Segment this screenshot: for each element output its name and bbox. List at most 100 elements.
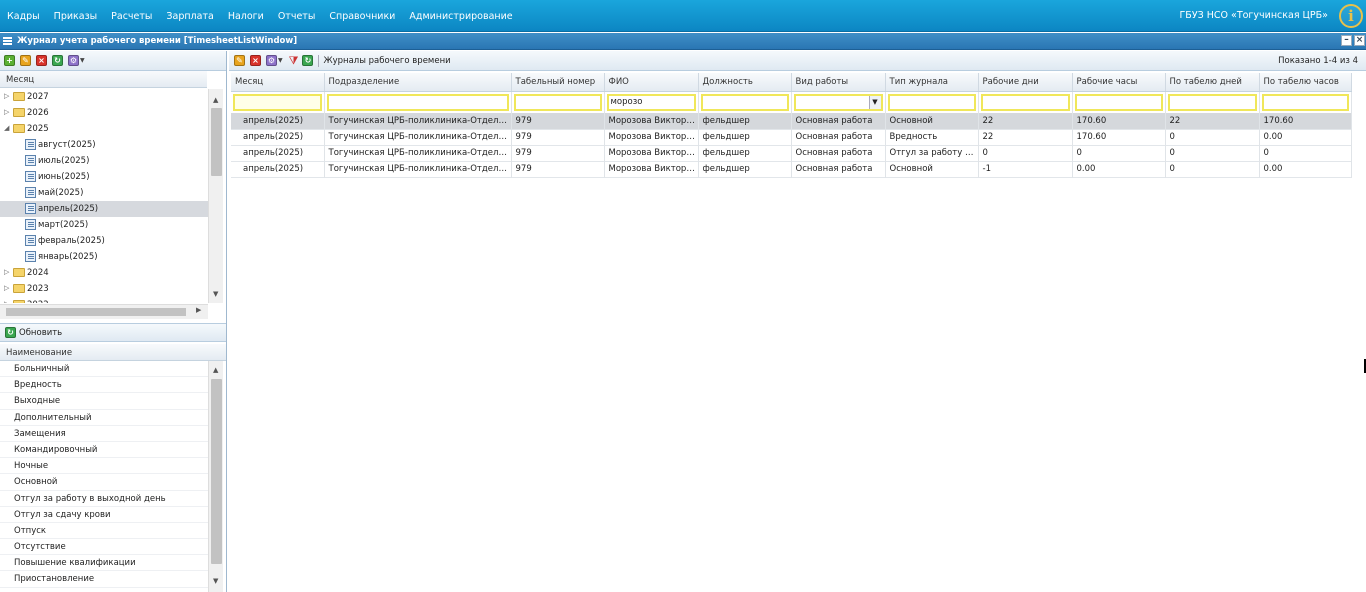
list-item[interactable]: Больничный: [0, 361, 208, 378]
table-row[interactable]: апрель(2025) Тогучинская ЦРБ-поликлиника-…: [231, 161, 1352, 177]
list-item[interactable]: Ночные: [0, 458, 208, 475]
table-row[interactable]: апрель(2025) Тогучинская ЦРБ-поликлиника-…: [231, 113, 1352, 129]
column-header[interactable]: По табелю часов: [1259, 73, 1352, 92]
filter-input[interactable]: [980, 93, 1070, 111]
table-row[interactable]: апрель(2025) Тогучинская ЦРБ-поликлиника-…: [231, 145, 1352, 161]
scroll-down-icon[interactable]: ▼: [213, 290, 218, 298]
delete-icon[interactable]: ×: [250, 55, 261, 66]
tree-item[interactable]: май(2025): [0, 185, 208, 201]
journal-types-header[interactable]: Наименование: [0, 344, 226, 361]
expand-arrow-icon[interactable]: ▷: [4, 92, 9, 100]
tree-item[interactable]: ▷ 2027: [0, 89, 208, 105]
expand-arrow-icon[interactable]: ▷: [4, 268, 9, 276]
menu-item-7[interactable]: Администрирование: [409, 11, 512, 22]
list-item[interactable]: Командировочный: [0, 442, 208, 459]
tree-item[interactable]: ▷ 2023: [0, 281, 208, 297]
tree-item[interactable]: ▷ 2026: [0, 105, 208, 121]
column-header[interactable]: По табелю дней: [1165, 73, 1260, 92]
table-cell: апрель(2025): [231, 113, 325, 129]
expand-arrow-icon[interactable]: ▷: [4, 108, 9, 116]
tree-header[interactable]: Месяц: [0, 71, 207, 88]
scroll-thumb[interactable]: [211, 379, 222, 564]
tree-item[interactable]: август(2025): [0, 137, 208, 153]
delete-icon[interactable]: ×: [36, 55, 47, 66]
settings-dropdown-icon[interactable]: ⚙: [266, 55, 277, 66]
scroll-up-icon[interactable]: ▲: [213, 96, 218, 104]
table-row[interactable]: апрель(2025) Тогучинская ЦРБ-поликлиника-…: [231, 129, 1352, 145]
menu-item-0[interactable]: Кадры: [7, 11, 40, 22]
tree-vertical-scrollbar[interactable]: ▲ ▼: [208, 89, 223, 303]
scroll-thumb[interactable]: [211, 108, 222, 176]
list-item[interactable]: Дополнительный: [0, 410, 208, 426]
filter-input[interactable]: [700, 93, 789, 111]
menu-item-6[interactable]: Справочники: [329, 11, 395, 22]
scroll-down-icon[interactable]: ▼: [213, 577, 218, 585]
tree-item[interactable]: февраль(2025): [0, 233, 208, 249]
tree-item[interactable]: ▷ 2022: [0, 297, 208, 303]
filter-input[interactable]: [1074, 93, 1163, 111]
filter-input[interactable]: морозо: [606, 93, 696, 111]
menu-item-2[interactable]: Расчеты: [111, 11, 152, 22]
column-header[interactable]: Рабочие дни: [978, 73, 1073, 92]
settings-dropdown-icon[interactable]: ⚙: [68, 55, 79, 66]
column-header[interactable]: Должность: [698, 73, 792, 92]
refresh-icon[interactable]: ↻: [302, 55, 314, 66]
chevron-down-icon[interactable]: ▼: [868, 95, 881, 109]
list-item[interactable]: Основной: [0, 474, 208, 491]
menu-item-3[interactable]: Зарплата: [166, 11, 213, 22]
scroll-up-icon[interactable]: ▲: [213, 366, 218, 374]
scroll-right-icon[interactable]: ▶: [196, 306, 201, 314]
list-item[interactable]: Отпуск: [0, 523, 208, 540]
column-header[interactable]: Месяц: [231, 73, 325, 92]
scroll-thumb[interactable]: [6, 308, 186, 316]
close-button[interactable]: ×: [1354, 35, 1365, 46]
list-item[interactable]: Повышение квалификации: [0, 555, 208, 572]
column-header[interactable]: Вид работы: [791, 73, 886, 92]
menu-item-5[interactable]: Отчеты: [278, 11, 316, 22]
edit-icon[interactable]: ✎: [20, 55, 31, 66]
filter-input[interactable]: [513, 93, 602, 111]
expand-arrow-icon[interactable]: ▷: [4, 284, 9, 292]
expand-arrow-icon[interactable]: ▷: [4, 300, 9, 303]
table-cell: 22: [978, 113, 1073, 129]
tree-item[interactable]: июль(2025): [0, 153, 208, 169]
column-header[interactable]: Рабочие часы: [1072, 73, 1166, 92]
edit-icon[interactable]: ✎: [234, 55, 245, 66]
chevron-down-icon[interactable]: ▼: [278, 57, 283, 64]
list-item[interactable]: Выходные: [0, 393, 208, 410]
tree-item[interactable]: март(2025): [0, 217, 208, 233]
tree-horizontal-scrollbar[interactable]: ▶: [0, 304, 208, 319]
filter-input[interactable]: [1261, 93, 1349, 111]
tree-item[interactable]: ◢ 2025: [0, 121, 208, 137]
collapse-arrow-icon[interactable]: ◢: [4, 124, 9, 132]
filter-input[interactable]: [326, 93, 509, 111]
tree-item[interactable]: июнь(2025): [0, 169, 208, 185]
tree-item[interactable]: январь(2025): [0, 249, 208, 265]
menu-item-4[interactable]: Налоги: [228, 11, 264, 22]
column-header[interactable]: Подразделение: [324, 73, 512, 92]
add-icon[interactable]: +: [4, 55, 15, 66]
list-item[interactable]: Приостановление: [0, 571, 208, 588]
refresh-icon[interactable]: ↻: [52, 55, 63, 66]
list-item[interactable]: Отгул за сдачу крови: [0, 507, 208, 523]
menu-item-1[interactable]: Приказы: [54, 11, 97, 22]
list-item[interactable]: Замещения: [0, 426, 208, 442]
list-item[interactable]: Отсутствие: [0, 539, 208, 556]
filter-input[interactable]: [233, 93, 322, 111]
filter-input[interactable]: [1167, 93, 1257, 111]
chevron-down-icon[interactable]: ▼: [80, 57, 85, 64]
column-header[interactable]: Тип журнала: [885, 73, 979, 92]
journal-types-scrollbar[interactable]: ▲ ▼: [208, 361, 223, 592]
tree-item[interactable]: апрель(2025): [0, 201, 208, 217]
tree-item[interactable]: ▷ 2024: [0, 265, 208, 281]
clear-filter-icon[interactable]: ⧩: [289, 54, 299, 68]
filter-input[interactable]: ▼: [793, 93, 883, 111]
column-header[interactable]: Табельный номер: [511, 73, 605, 92]
list-item[interactable]: Вредность: [0, 377, 208, 394]
refresh-button[interactable]: ↻ Обновить: [0, 323, 226, 342]
column-header[interactable]: ФИО: [604, 73, 699, 92]
filter-input[interactable]: [887, 93, 976, 111]
info-icon[interactable]: i: [1339, 4, 1363, 28]
list-item[interactable]: Отгул за работу в выходной день: [0, 491, 208, 507]
minimize-button[interactable]: –: [1341, 35, 1352, 46]
